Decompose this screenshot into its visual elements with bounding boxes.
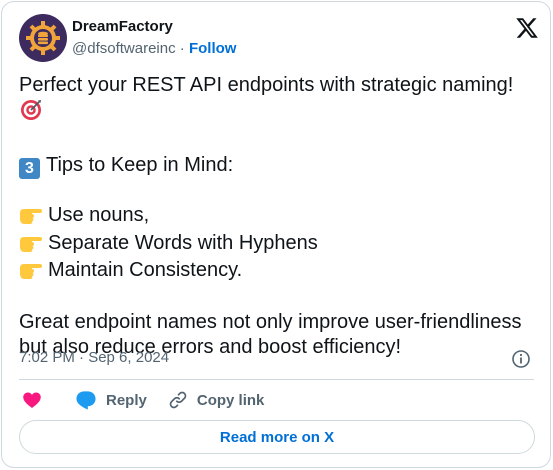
tip-item: Maintain Consistency.: [19, 258, 537, 286]
tip-text: Separate Words with Hyphens: [48, 231, 318, 254]
pointing-hand-icon: [19, 204, 43, 231]
tweet-text: Perfect your REST API endpoints with str…: [19, 73, 537, 359]
pointing-hand-icon: [19, 259, 43, 286]
target-icon: [19, 98, 43, 129]
tweet-timestamp[interactable]: 7:02 PM · Sep 6, 2024: [19, 349, 169, 366]
reply-button[interactable]: Reply: [75, 390, 147, 410]
tweet-header: DreamFactory @dfsoftwareinc · Follow: [19, 14, 539, 62]
info-icon[interactable]: [511, 349, 531, 369]
reply-bubble-icon: [76, 391, 96, 410]
tweet-actions: Reply Copy link: [22, 389, 285, 411]
pointing-hand-icon: [19, 232, 43, 259]
separator-dot: ·: [179, 40, 185, 57]
tip-item: Separate Words with Hyphens: [19, 231, 537, 259]
tweet-card: DreamFactory @dfsoftwareinc · Follow Per…: [1, 1, 551, 468]
author-handle[interactable]: @dfsoftwareinc: [72, 40, 176, 57]
tweet-intro: Perfect your REST API endpoints with str…: [19, 74, 514, 96]
link-icon: [169, 391, 187, 409]
tips-heading: Tips to Keep in Mind:: [46, 153, 234, 176]
divider: [19, 379, 534, 380]
follow-button[interactable]: Follow: [189, 40, 237, 57]
avatar[interactable]: [19, 14, 67, 62]
author-handle-line: @dfsoftwareinc · Follow: [72, 40, 236, 57]
tips-heading-line: 3 Tips to Keep in Mind:: [19, 153, 537, 179]
tip-text: Maintain Consistency.: [48, 259, 243, 281]
dreamfactory-logo-icon: [26, 21, 60, 55]
author-name[interactable]: DreamFactory: [72, 18, 173, 35]
reply-label: Reply: [106, 391, 147, 409]
read-more-button[interactable]: Read more on X: [19, 420, 535, 454]
like-button[interactable]: [22, 390, 42, 410]
keycap-number: 3: [19, 157, 40, 179]
tweet-line-1: Perfect your REST API endpoints with str…: [19, 73, 537, 128]
x-logo-icon[interactable]: [515, 16, 539, 40]
heart-icon: [23, 392, 41, 408]
copy-link-button[interactable]: Copy link: [168, 390, 265, 410]
copy-link-label: Copy link: [196, 391, 265, 409]
tip-item: Use nouns,: [19, 203, 537, 231]
tip-text: Use nouns,: [48, 204, 150, 226]
